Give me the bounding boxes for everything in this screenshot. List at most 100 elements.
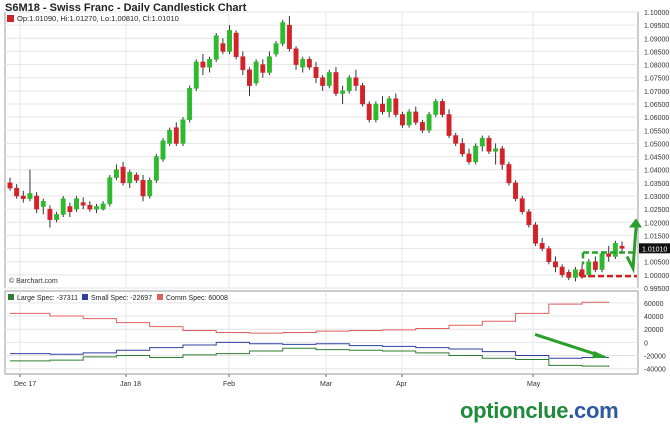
- price-tick-label: 1.08500: [644, 49, 669, 56]
- price-tick-label: 1.05500: [644, 128, 669, 135]
- candle-down: [34, 195, 40, 210]
- price-tick-label: 1.07500: [644, 76, 669, 83]
- ohlc-legend: Op:1.01090, Hi:1.01270, Lo:1.00810, Cl:1…: [7, 14, 179, 23]
- chart-svg: 1.10000 1.09500 1.09000 1.08500 1.08000 1.075…: [4, 10, 670, 388]
- last-price-label: 1.01010: [642, 246, 667, 253]
- candle-up: [340, 90, 346, 94]
- candle-down: [513, 182, 519, 199]
- candle-up: [493, 148, 499, 152]
- candle-up: [426, 114, 432, 131]
- candle-down: [320, 77, 326, 86]
- cot-plot-area: [4, 290, 639, 375]
- candle-down: [333, 72, 339, 94]
- price-tick-label: 1.02500: [644, 207, 669, 214]
- candle-down: [133, 174, 139, 181]
- candle-down: [400, 114, 405, 126]
- candle-up: [346, 77, 352, 92]
- price-tick-label: 1.07000: [644, 89, 669, 96]
- candle-up: [107, 177, 113, 205]
- candle-up: [599, 253, 605, 270]
- ohlc-legend-text: Op:1.01090, Hi:1.01270, Lo:1.00810, Cl:1…: [17, 14, 179, 23]
- candle-down: [233, 32, 239, 57]
- candle-down: [67, 206, 73, 213]
- candle-up: [612, 243, 618, 257]
- candle-down: [140, 179, 146, 197]
- candle-up: [213, 35, 219, 60]
- candle-up: [147, 179, 153, 197]
- candle-up: [180, 119, 186, 144]
- candle-up: [127, 172, 133, 184]
- price-tick-label: 0.99500: [644, 286, 669, 293]
- x-tick-label: Feb: [223, 381, 235, 388]
- candle-up: [160, 140, 166, 160]
- candle-up: [27, 193, 33, 199]
- price-tick-label: 1.09500: [644, 23, 669, 30]
- x-tick-label: Dec 17: [14, 381, 36, 388]
- candle-down: [413, 111, 419, 123]
- cot-legend-swatch: [82, 294, 88, 300]
- price-tick-label: 1.06000: [644, 115, 669, 122]
- candle-down: [546, 248, 552, 262]
- candle-down: [592, 261, 598, 270]
- price-tick-label: 1.08000: [644, 63, 669, 70]
- candle-down: [87, 204, 93, 210]
- candle-down: [353, 77, 359, 86]
- candle-down: [7, 182, 13, 189]
- candle-up: [60, 198, 66, 215]
- candle-up: [100, 203, 106, 210]
- candle-down: [553, 261, 558, 268]
- price-tick-label: 1.04500: [644, 155, 669, 162]
- x-axis: Dec 17 Jan 18 Feb Mar Apr May: [14, 374, 541, 388]
- price-tick-label: 1.02000: [644, 220, 669, 227]
- candle-down: [566, 271, 572, 278]
- price-tick-label: 1.09000: [644, 36, 669, 43]
- candle-up: [253, 61, 259, 84]
- candle-up: [479, 137, 485, 147]
- price-tick-label: 1.00000: [644, 273, 669, 280]
- candle-down: [519, 198, 525, 213]
- price-tick-label: 1.03500: [644, 181, 669, 188]
- candle-down: [393, 98, 399, 115]
- candle-down: [360, 85, 366, 105]
- candle-up: [227, 30, 232, 52]
- cot-tick-label: -20000: [644, 354, 666, 361]
- candle-up: [94, 206, 99, 210]
- candle-down: [539, 243, 545, 249]
- candle-down: [366, 103, 372, 121]
- credit-text: © Barchart.com: [9, 277, 58, 285]
- candle-down: [240, 56, 246, 71]
- candle-up: [373, 103, 379, 121]
- x-tick-label: May: [527, 381, 541, 388]
- candle-up: [273, 43, 279, 55]
- candle-up: [300, 59, 306, 68]
- cot-legend-swatch: [157, 294, 163, 300]
- cot-legend-swatch: [8, 294, 14, 300]
- candle-down: [499, 148, 505, 165]
- candle-up: [187, 87, 193, 121]
- candle-up: [572, 269, 578, 278]
- candle-down: [506, 164, 512, 184]
- cot-tick-label: 20000: [644, 327, 664, 334]
- x-tick-label: Jan 18: [120, 381, 141, 388]
- candle-down: [486, 137, 492, 152]
- cot-tick-label: 0: [644, 340, 648, 347]
- candle-down: [14, 187, 20, 197]
- candle-up: [207, 59, 213, 68]
- candle-down: [559, 266, 565, 276]
- cot-tick-label: 60000: [644, 301, 664, 308]
- candle-down: [80, 202, 86, 206]
- price-tick-label: 1.04000: [644, 168, 669, 175]
- candle-down: [200, 61, 206, 68]
- cot-panel: 60000 40000 20000 0 -20000 -40000 Large Spec: …: [4, 290, 666, 375]
- price-tick-label: 1.05000: [644, 141, 669, 148]
- candle-down: [606, 253, 612, 257]
- candle-down: [446, 114, 452, 136]
- price-tick-label: 1.06500: [644, 102, 669, 109]
- candle-up: [74, 198, 79, 210]
- cot-legend-text: Comm Spec: 60008: [166, 295, 228, 302]
- price-tick-label: 1.00500: [644, 260, 669, 267]
- candle-down: [466, 153, 472, 163]
- candle-down: [453, 135, 459, 144]
- candle-down: [533, 224, 538, 244]
- candle-down: [247, 69, 252, 86]
